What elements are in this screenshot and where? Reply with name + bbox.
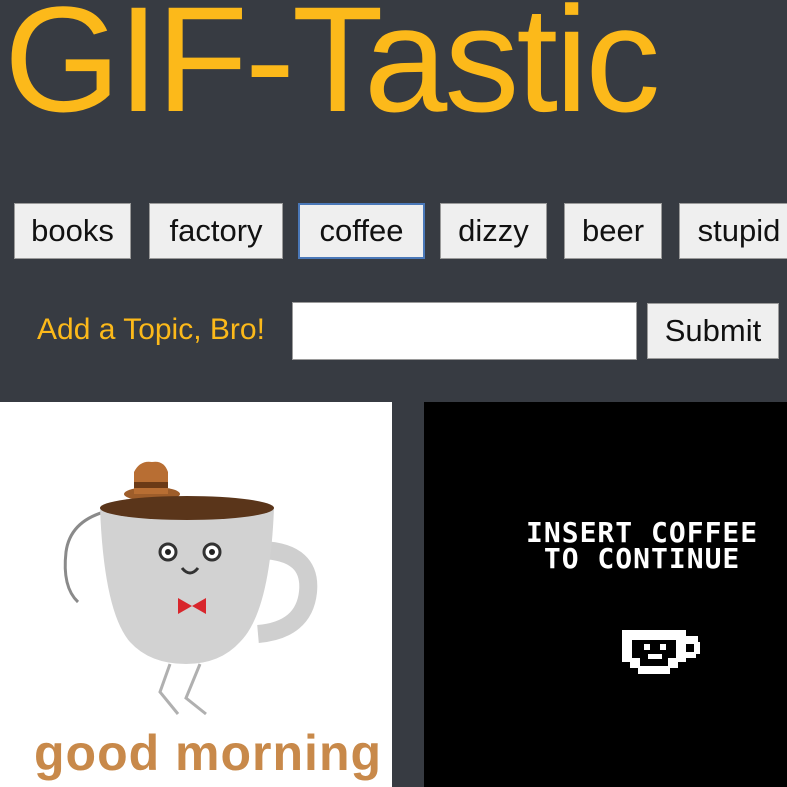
- topic-button-books[interactable]: books: [14, 203, 131, 259]
- topic-input[interactable]: [292, 302, 637, 360]
- gif-caption: good morning: [34, 725, 383, 781]
- page-title: GIF-Tastic: [4, 0, 660, 143]
- pixel-coffee-cup-icon: [622, 630, 700, 674]
- cup-legs: [158, 663, 207, 716]
- gif-good-morning[interactable]: good morning: [0, 402, 392, 787]
- gif-pixel-text: INSERT COFFEE TO CONTINUE: [526, 519, 758, 575]
- topic-button-dizzy[interactable]: dizzy: [440, 203, 547, 259]
- cup-arm: [63, 510, 105, 604]
- gif-insert-coffee[interactable]: INSERT COFFEE TO CONTINUE: [424, 402, 787, 787]
- hat-crown: [134, 461, 168, 494]
- add-topic-label: Add a Topic, Bro!: [37, 313, 265, 346]
- coffee-surface: [100, 496, 274, 520]
- submit-button[interactable]: Submit: [647, 303, 779, 359]
- topic-button-beer[interactable]: beer: [564, 203, 662, 259]
- topic-button-stupid[interactable]: stupid: [679, 203, 787, 259]
- cup-body: [100, 508, 274, 664]
- topic-button-factory[interactable]: factory: [149, 203, 283, 259]
- gif-pixel-line-2: TO CONTINUE: [543, 542, 741, 575]
- hat-band: [134, 482, 168, 488]
- topic-button-coffee[interactable]: coffee: [298, 203, 425, 259]
- coffee-cup-character-image: [63, 461, 318, 716]
